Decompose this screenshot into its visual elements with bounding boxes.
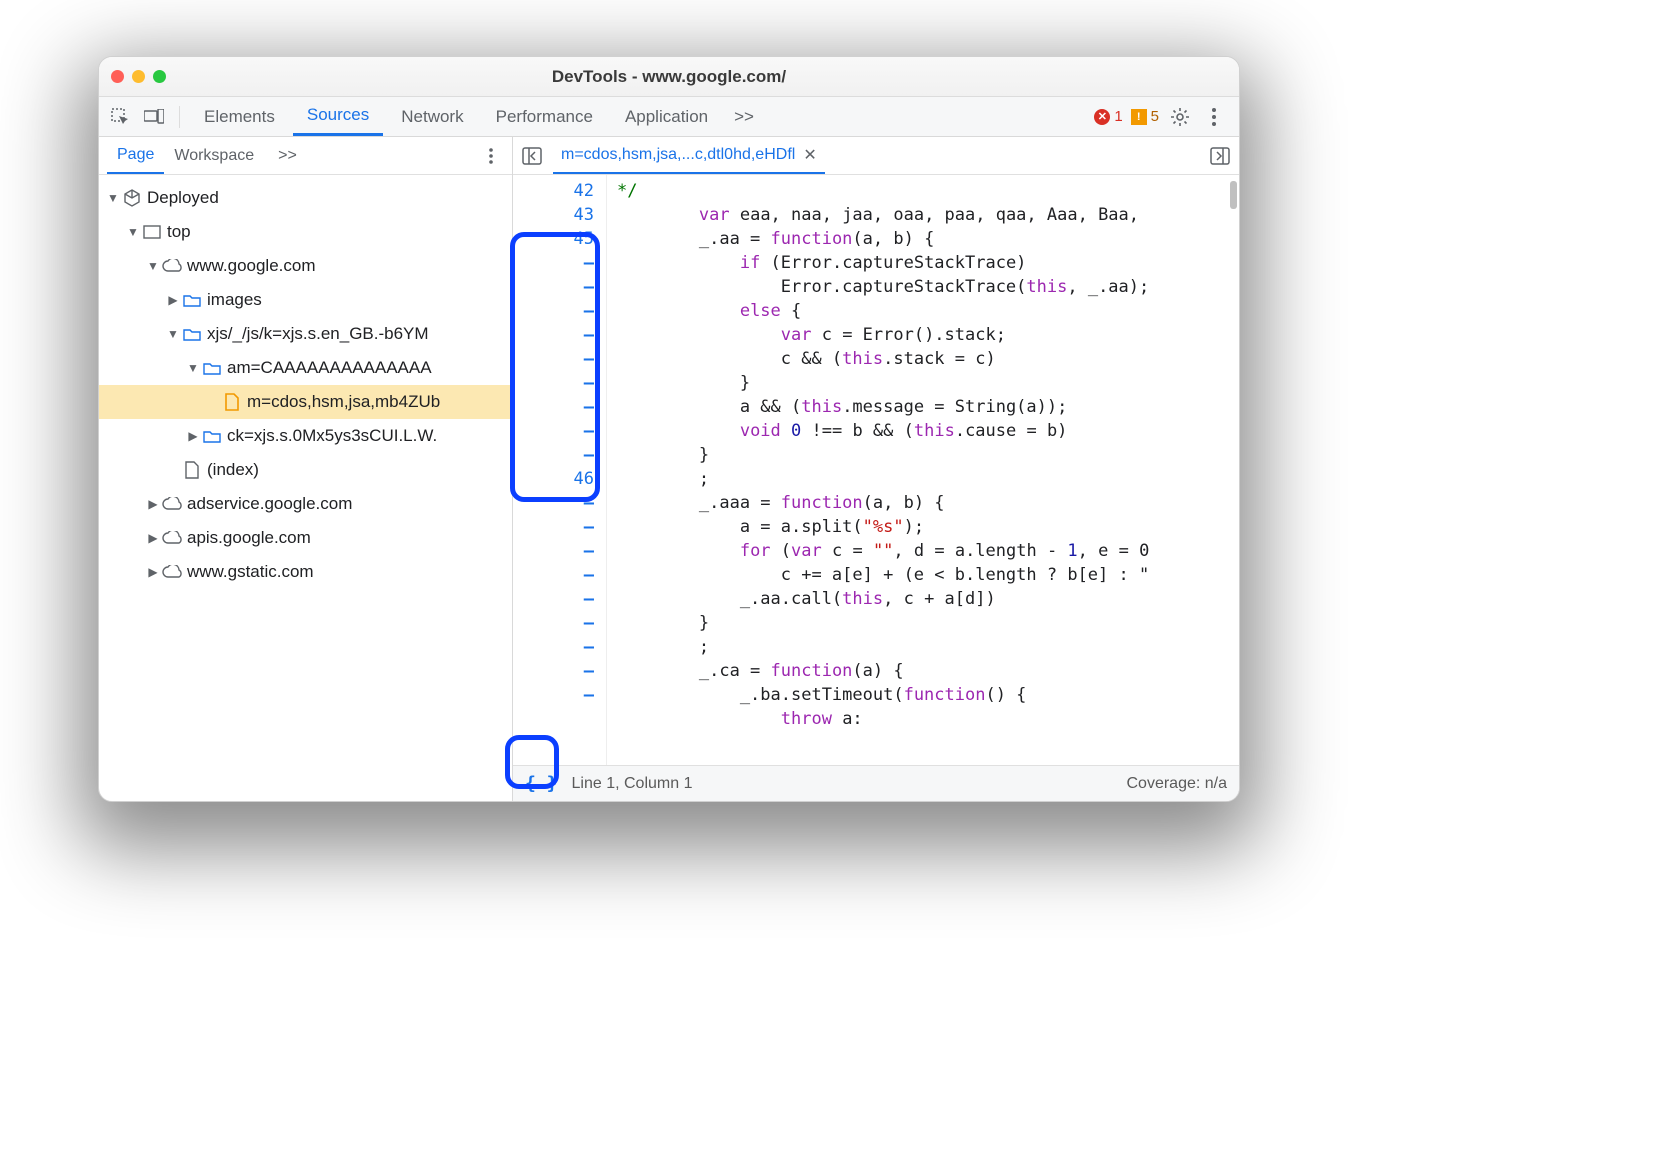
code-area[interactable]: */ var eaa, naa, jaa, oaa, paa, qaa, Aaa…	[607, 175, 1239, 765]
tree-item[interactable]: ▶apis.google.com	[99, 521, 512, 555]
kebab-menu-icon[interactable]	[1201, 104, 1227, 130]
file-tree: ▼Deployed▼top▼www.google.com▶images▼xjs/…	[99, 175, 512, 801]
navigator-pane: Page Workspace >> ▼Deployed▼top▼www.goog…	[99, 137, 513, 801]
tree-item-label: top	[167, 222, 191, 242]
tree-item-label: ck=xjs.s.0Mx5ys3sCUI.L.W.	[227, 426, 437, 446]
toggle-debugger-icon[interactable]	[1207, 143, 1233, 169]
file-tab-label: m=cdos,hsm,jsa,...c,dtl0hd,eHDfl	[561, 146, 795, 164]
tree-item[interactable]: ▼xjs/_/js/k=xjs.s.en_GB.-b6YM	[99, 317, 512, 351]
warning-badge[interactable]: ! 5	[1131, 108, 1159, 125]
file-tabstrip: m=cdos,hsm,jsa,...c,dtl0hd,eHDfl ✕	[513, 137, 1239, 175]
file-tab[interactable]: m=cdos,hsm,jsa,...c,dtl0hd,eHDfl ✕	[553, 137, 825, 174]
tree-root[interactable]: ▼Deployed	[99, 181, 512, 215]
inspect-icon[interactable]	[105, 102, 135, 132]
pretty-print-icon[interactable]: { }	[525, 773, 558, 794]
coverage-status: Coverage: n/a	[1126, 775, 1227, 793]
tree-item-label: (index)	[207, 460, 259, 480]
tree-item[interactable]: m=cdos,hsm,jsa,mb4ZUb	[99, 385, 512, 419]
tree-item-label: www.gstatic.com	[187, 562, 314, 582]
tree-item[interactable]: ▶adservice.google.com	[99, 487, 512, 521]
tree-item[interactable]: (index)	[99, 453, 512, 487]
tree-item-label: images	[207, 290, 262, 310]
tree-item-label: www.google.com	[187, 256, 316, 276]
tree-item-label: xjs/_/js/k=xjs.s.en_GB.-b6YM	[207, 324, 429, 344]
settings-icon[interactable]	[1167, 104, 1193, 130]
device-toolbar-icon[interactable]	[139, 102, 169, 132]
toggle-navigator-icon[interactable]	[519, 143, 545, 169]
window-maximize-button[interactable]	[153, 70, 166, 83]
cursor-position: Line 1, Column 1	[572, 775, 693, 793]
scrollbar-thumb[interactable]	[1230, 181, 1237, 209]
source-pane: m=cdos,hsm,jsa,...c,dtl0hd,eHDfl ✕ 42434…	[513, 137, 1239, 801]
close-tab-icon[interactable]: ✕	[803, 145, 816, 165]
tree-item[interactable]: ▼am=CAAAAAAAAAAAAAA	[99, 351, 512, 385]
subtab-page[interactable]: Page	[107, 137, 164, 174]
tree-item-label: apis.google.com	[187, 528, 311, 548]
error-badge[interactable]: ✕ 1	[1094, 108, 1122, 125]
navigator-subtabs: Page Workspace >>	[99, 137, 512, 175]
tabs-overflow[interactable]: >>	[726, 97, 762, 136]
code-editor[interactable]: 424345–––––––––46––––––––– */ var eaa, n…	[513, 175, 1239, 765]
tab-elements[interactable]: Elements	[190, 97, 289, 136]
error-icon: ✕	[1094, 109, 1110, 125]
statusbar: { } Line 1, Column 1 Coverage: n/a	[513, 765, 1239, 801]
main-tabstrip: Elements Sources Network Performance App…	[99, 97, 1239, 137]
window-minimize-button[interactable]	[132, 70, 145, 83]
tree-item[interactable]: ▶www.gstatic.com	[99, 555, 512, 589]
titlebar: DevTools - www.google.com/	[99, 57, 1239, 97]
navigator-menu-icon[interactable]	[478, 143, 504, 169]
tree-item[interactable]: ▼top	[99, 215, 512, 249]
subtab-workspace[interactable]: Workspace	[164, 137, 264, 174]
tab-sources[interactable]: Sources	[293, 97, 383, 136]
tab-application[interactable]: Application	[611, 97, 722, 136]
tab-network[interactable]: Network	[387, 97, 477, 136]
tree-item-label: am=CAAAAAAAAAAAAAA	[227, 358, 432, 378]
window-close-button[interactable]	[111, 70, 124, 83]
tree-item-label: adservice.google.com	[187, 494, 352, 514]
tree-item-label: m=cdos,hsm,jsa,mb4ZUb	[247, 392, 440, 412]
window-title: DevTools - www.google.com/	[99, 67, 1239, 87]
line-gutter[interactable]: 424345–––––––––46–––––––––	[513, 175, 607, 765]
subtabs-overflow[interactable]: >>	[268, 137, 307, 174]
warning-icon: !	[1131, 109, 1147, 125]
warning-count: 5	[1151, 108, 1159, 125]
error-count: 1	[1114, 108, 1122, 125]
tree-item[interactable]: ▼www.google.com	[99, 249, 512, 283]
tab-performance[interactable]: Performance	[482, 97, 607, 136]
tree-item[interactable]: ▶ck=xjs.s.0Mx5ys3sCUI.L.W.	[99, 419, 512, 453]
tree-item[interactable]: ▶images	[99, 283, 512, 317]
